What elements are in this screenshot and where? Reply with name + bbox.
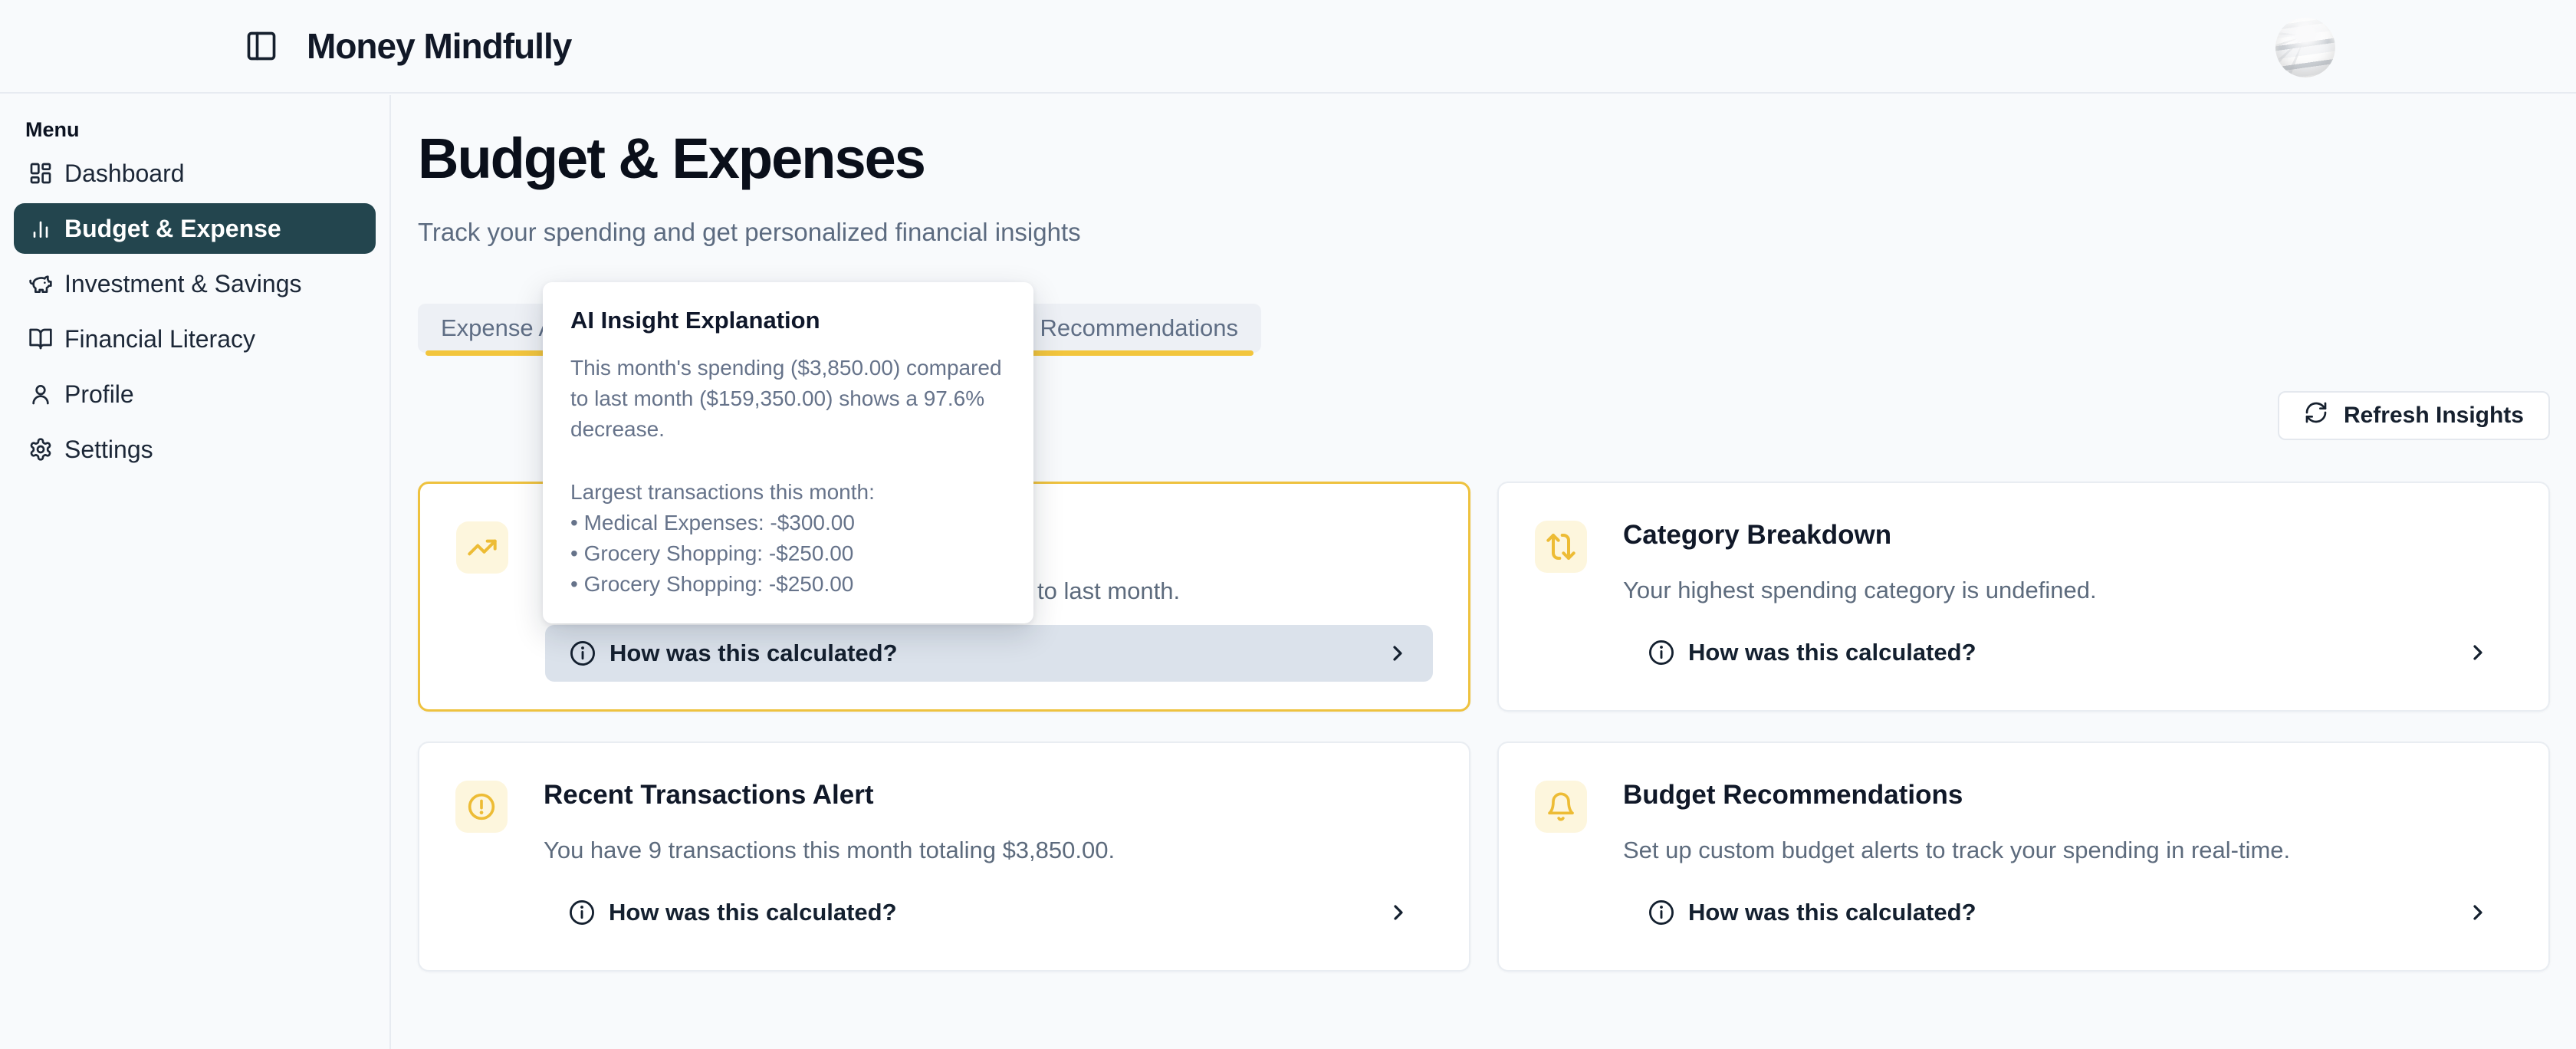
how-calculated-label: How was this calculated? (1688, 899, 1976, 926)
sidebar-item-label: Budget & Expense (64, 215, 281, 243)
sidebar-item-investment-savings[interactable]: Investment & Savings (14, 258, 376, 309)
piggy-bank-icon (28, 271, 54, 297)
how-calculated-label: How was this calculated? (1688, 639, 1976, 666)
tooltip-transaction-list: Medical Expenses: -$300.00 Grocery Shopp… (570, 508, 1006, 600)
insight-card-budget-recommendations: Budget Recommendations Set up custom bud… (1497, 742, 2550, 972)
gear-icon (28, 436, 54, 462)
tooltip-transaction-item: Medical Expenses: -$300.00 (570, 508, 1006, 538)
sidebar-item-label: Profile (64, 380, 134, 409)
tooltip-title: AI Insight Explanation (570, 307, 1006, 334)
chevron-right-icon (2466, 900, 2490, 925)
app-title: Money Mindfully (307, 25, 571, 67)
tooltip-list-header: Largest transactions this month: (570, 477, 1006, 508)
sidebar-item-label: Settings (64, 436, 153, 464)
bell-icon (1535, 781, 1587, 833)
card-description: Your highest spending category is undefi… (1623, 575, 2097, 606)
panel-left-icon (245, 54, 278, 65)
refresh-insights-label: Refresh Insights (2344, 403, 2524, 429)
sidebar-item-label: Dashboard (64, 159, 185, 188)
open-book-icon (28, 326, 54, 352)
insight-card-category-breakdown: Category Breakdown Your highest spending… (1497, 482, 2550, 712)
repeat-icon (1535, 521, 1587, 573)
sidebar-item-budget-expense[interactable]: Budget & Expense (14, 203, 376, 254)
card-title: Budget Recommendations (1623, 780, 1963, 811)
card-title: Recent Transactions Alert (544, 780, 874, 811)
card-description: Set up custom budget alerts to track you… (1623, 835, 2290, 866)
sidebar-item-settings[interactable]: Settings (14, 424, 376, 475)
app-root: Money Mindfully Menu Dashboard Budget & … (0, 0, 2576, 1049)
tooltip-transaction-item: Grocery Shopping: -$250.00 (570, 538, 1006, 569)
sidebar-item-profile[interactable]: Profile (14, 369, 376, 419)
insight-card-recent-transactions: Recent Transactions Alert You have 9 tra… (418, 742, 1470, 972)
bar-chart-icon (28, 215, 54, 242)
tooltip-paragraph: This month's spending ($3,850.00) compar… (570, 353, 1006, 445)
refresh-icon (2304, 400, 2328, 431)
how-calculated-label: How was this calculated? (609, 899, 897, 926)
sidebar-item-label: Investment & Savings (64, 270, 301, 298)
how-calculated-button[interactable]: How was this calculated? (545, 625, 1433, 682)
sidebar-item-dashboard[interactable]: Dashboard (14, 148, 376, 199)
sidebar-menu-label: Menu (25, 118, 80, 142)
card-description: to last month. (1037, 576, 1180, 607)
page-subtitle: Track your spending and get personalized… (418, 218, 1081, 247)
tooltip-transaction-item: Grocery Shopping: -$250.00 (570, 569, 1006, 600)
info-icon (567, 898, 596, 927)
how-calculated-button[interactable]: How was this calculated? (1624, 884, 2513, 941)
chevron-right-icon (2466, 640, 2490, 665)
avatar[interactable] (2275, 18, 2335, 77)
card-title: Category Breakdown (1623, 520, 1891, 551)
alert-circle-icon (455, 781, 508, 833)
info-icon (1647, 898, 1676, 927)
user-icon (28, 381, 54, 407)
sidebar-nav: Dashboard Budget & Expense Investment & … (0, 148, 389, 479)
how-calculated-button[interactable]: How was this calculated? (1624, 624, 2513, 681)
refresh-insights-button[interactable]: Refresh Insights (2278, 391, 2550, 440)
info-icon (1647, 638, 1676, 667)
card-description: You have 9 transactions this month total… (544, 835, 1115, 866)
page-title: Budget & Expenses (418, 126, 925, 191)
sidebar: Menu Dashboard Budget & Expense Investme… (0, 95, 391, 1049)
how-calculated-label: How was this calculated? (610, 640, 898, 667)
info-icon (568, 639, 597, 668)
sidebar-item-label: Financial Literacy (64, 325, 255, 354)
how-calculated-button[interactable]: How was this calculated? (544, 884, 1434, 941)
chevron-right-icon (1385, 641, 1410, 666)
header: Money Mindfully (0, 0, 2576, 94)
trending-up-icon (456, 521, 508, 574)
ai-insight-tooltip: AI Insight Explanation This month's spen… (543, 282, 1033, 623)
sidebar-item-financial-literacy[interactable]: Financial Literacy (14, 314, 376, 364)
dashboard-grid-icon (28, 160, 54, 186)
chevron-right-icon (1386, 900, 1411, 925)
sidebar-toggle-button[interactable] (242, 28, 281, 66)
